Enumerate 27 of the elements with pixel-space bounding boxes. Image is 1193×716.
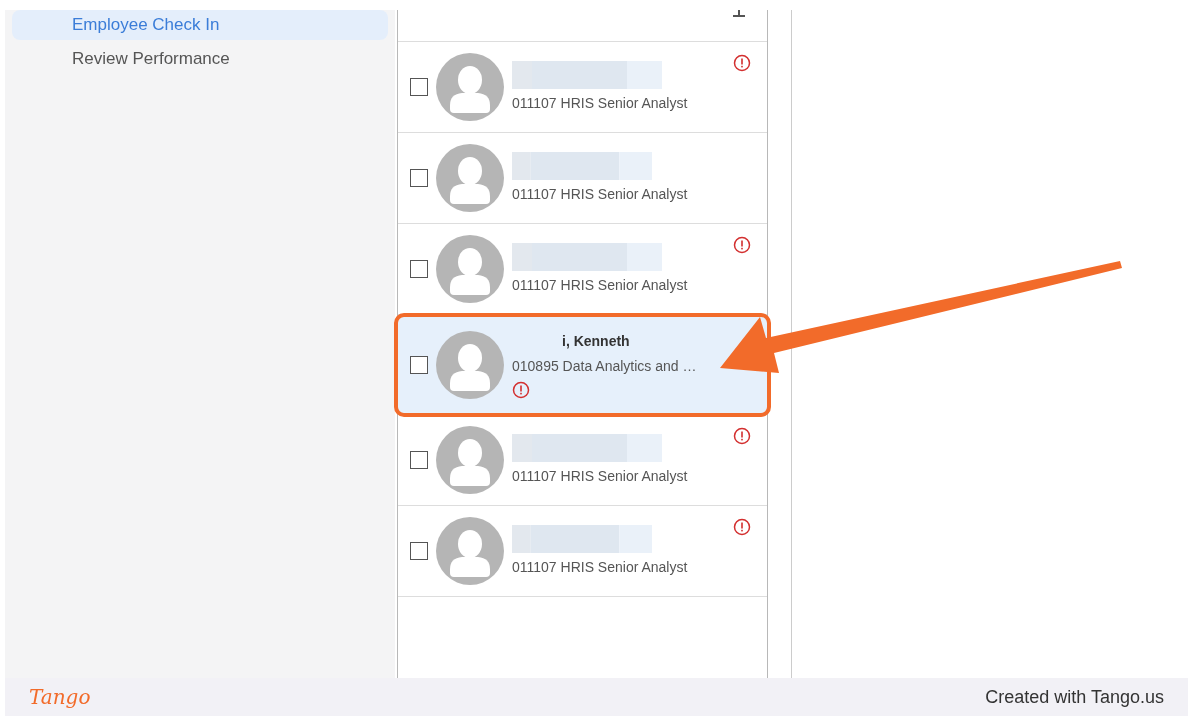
- checkbox[interactable]: [410, 356, 428, 374]
- employee-name: i, Kenneth: [561, 332, 631, 351]
- employee-row[interactable]: 011107 HRIS Senior Analyst: [398, 415, 767, 506]
- job-title: 011107 HRIS Senior Analyst: [512, 93, 689, 113]
- checkbox[interactable]: [410, 451, 428, 469]
- avatar-icon: [436, 235, 504, 303]
- avatar-icon: [436, 517, 504, 585]
- avatar-icon: [436, 53, 504, 121]
- employee-row[interactable]: 011107 HRIS Senior Analyst: [398, 42, 767, 133]
- credit-text: Created with Tango.us: [985, 685, 1164, 709]
- sidebar-item[interactable]: Employee Check In: [12, 10, 388, 40]
- job-title: 011107 HRIS Senior Analyst: [512, 466, 689, 486]
- avatar-icon: [436, 144, 504, 212]
- employee-row[interactable]: 011107 HRIS Senior Analyst: [398, 506, 767, 597]
- job-title: 011107 HRIS Senior Analyst: [512, 275, 689, 295]
- job-title: 010895 Data Analytics and …: [512, 357, 698, 376]
- job-title: 011107 HRIS Senior Analyst: [512, 557, 689, 577]
- avatar-icon: [436, 426, 504, 494]
- employee-row[interactable]: 011107 HRIS Senior Analyst: [398, 133, 767, 224]
- checkbox[interactable]: [410, 260, 428, 278]
- avatar-icon: [436, 331, 504, 399]
- checkbox[interactable]: [410, 542, 428, 560]
- employee-row[interactable]: i, Kenneth 010895 Data Analytics and …: [396, 315, 769, 415]
- checkbox[interactable]: [410, 169, 428, 187]
- job-title: 011107 HRIS Senior Analyst: [512, 184, 689, 204]
- sidebar-item[interactable]: Review Performance: [12, 44, 388, 74]
- checkbox[interactable]: [410, 78, 428, 96]
